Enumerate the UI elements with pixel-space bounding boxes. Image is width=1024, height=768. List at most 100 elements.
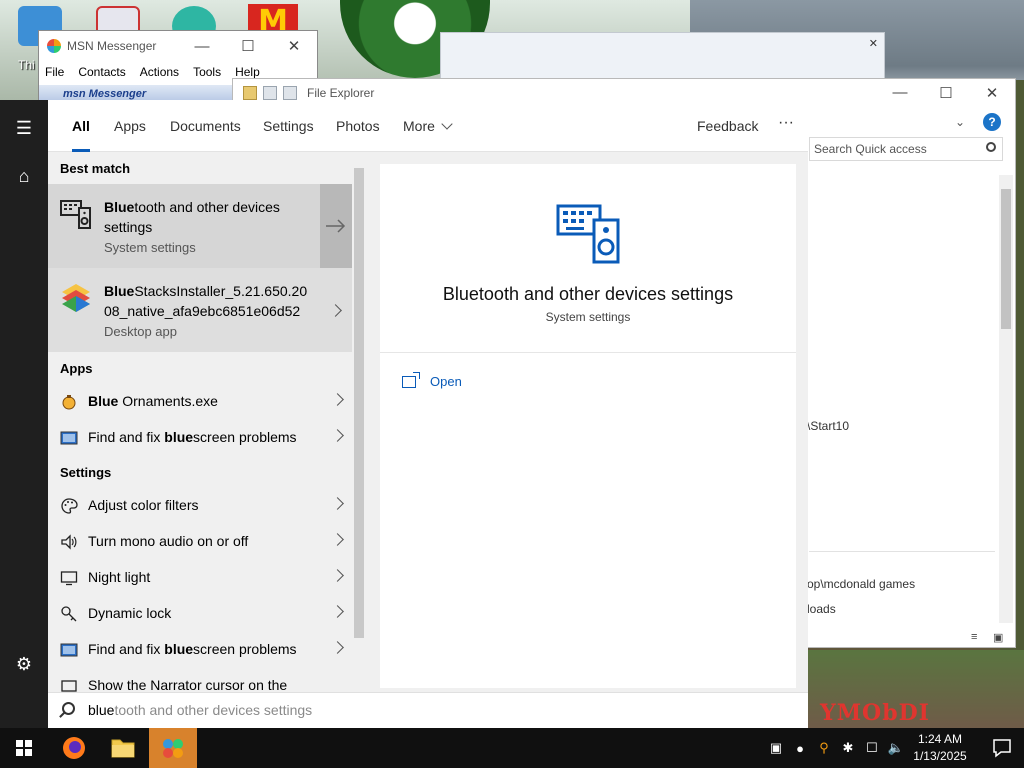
setting-dynamic-lock[interactable]: Dynamic lock <box>48 596 352 632</box>
best-match-result-bluestacks[interactable]: BlueStacksInstaller_5.21.650.2008_native… <box>48 268 352 352</box>
setting-label-pre: Find and fix <box>88 641 165 657</box>
setting-find-fix-bluescreen[interactable]: Find and fix bluescreen problems <box>48 632 352 668</box>
tab-all[interactable]: All <box>72 118 90 134</box>
setting-night-light[interactable]: Night light <box>48 560 352 596</box>
best-match-header: Best match <box>60 161 131 176</box>
maximize-button[interactable]: ☐ <box>923 84 969 102</box>
best-match-title: Bluetooth and other devices settings <box>104 197 314 237</box>
app-result-label-bold: Blue <box>88 393 119 409</box>
msn-messenger-taskbar-button[interactable] <box>149 728 197 768</box>
search-query[interactable]: bluetooth and other devices settings <box>88 702 312 718</box>
tab-more[interactable]: More <box>403 118 453 134</box>
minimize-button[interactable]: — <box>179 38 225 55</box>
menu-file[interactable]: File <box>45 65 64 79</box>
preview-subtitle: System settings <box>545 310 631 324</box>
desktop-icon-label[interactable]: Thi <box>18 58 35 72</box>
folder-icon[interactable] <box>243 86 257 100</box>
setting-label: Find and fix bluescreen problems <box>88 641 297 657</box>
close-button[interactable]: ✕ <box>969 84 1015 102</box>
tab-documents[interactable]: Documents <box>170 118 241 134</box>
setting-mono-audio[interactable]: Turn mono audio on or off <box>48 524 352 560</box>
app-result-bluescreen[interactable]: Find and fix bluescreen problems <box>48 420 352 456</box>
msn-titlebar[interactable]: MSN Messenger — ☐ ✕ <box>39 31 317 61</box>
close-button[interactable]: ✕ <box>271 37 317 55</box>
open-arrow-button[interactable] <box>320 184 352 268</box>
chevron-right-icon[interactable] <box>331 497 344 510</box>
open-action[interactable]: Open <box>402 371 462 389</box>
preview-title: Bluetooth and other devices settings <box>442 284 734 304</box>
chevron-right-icon[interactable] <box>331 533 344 546</box>
details-view-icon[interactable]: ≡ <box>971 631 977 643</box>
app-result-blue-ornaments[interactable]: Blue Ornaments.exe <box>48 384 352 420</box>
best-match-title-bold: Blue <box>104 199 135 215</box>
settings-gear-icon[interactable]: ⚙ <box>0 644 48 684</box>
water-drop-icon[interactable]: ● <box>788 741 812 756</box>
start-button[interactable] <box>0 728 48 768</box>
chevron-right-icon[interactable] <box>331 569 344 582</box>
bluestacks-title-bold: Blue <box>104 283 135 299</box>
feedback-link[interactable]: Feedback <box>697 118 758 134</box>
app-result-label-bold: blue <box>164 429 194 445</box>
settings-header: Settings <box>60 465 112 480</box>
tab-apps[interactable]: Apps <box>114 118 146 134</box>
explorer-scrollbar[interactable] <box>999 175 1013 623</box>
search-panel: All Apps Documents Settings Photos More … <box>48 100 808 728</box>
menu-actions[interactable]: Actions <box>140 65 179 79</box>
setting-label-bold: blue <box>164 641 194 657</box>
new-folder-icon[interactable] <box>283 86 297 100</box>
setting-label-rest: screen problems <box>193 641 297 657</box>
best-match-result-bluetooth[interactable]: Bluetooth and other devices settings Sys… <box>48 184 352 268</box>
menu-contacts[interactable]: Contacts <box>78 65 125 79</box>
app-result-label-rest: Ornaments.exe <box>118 393 218 409</box>
search-tray-icon[interactable]: ⚲ <box>812 740 836 756</box>
bluestacks-title: BlueStacksInstaller_5.21.650.2008_native… <box>104 281 314 321</box>
network-icon[interactable]: ☐ <box>860 740 884 756</box>
arrow-right-icon <box>326 219 346 233</box>
explorer-divider <box>809 551 995 552</box>
menu-tools[interactable]: Tools <box>193 65 221 79</box>
chevron-right-icon[interactable] <box>331 641 344 654</box>
chevron-right-icon[interactable] <box>331 429 344 442</box>
firefox-taskbar-button[interactable] <box>50 728 98 768</box>
expand-ribbon-chevron-icon[interactable]: ⌄ <box>955 115 965 129</box>
chevron-right-icon[interactable] <box>331 605 344 618</box>
snowflake-icon[interactable]: ✱ <box>836 740 860 756</box>
results-scroll-thumb[interactable] <box>354 168 364 638</box>
key-icon <box>61 606 77 622</box>
more-options-button[interactable]: ··· <box>778 114 794 132</box>
bluestacks-icon <box>62 284 90 312</box>
maximize-button[interactable]: ☐ <box>225 37 271 55</box>
setting-narrator-cursor[interactable]: Show the Narrator cursor on the <box>48 668 352 692</box>
action-center-button[interactable] <box>980 728 1024 768</box>
home-icon[interactable]: ⌂ <box>0 156 48 196</box>
large-icons-view-icon[interactable]: ▣ <box>993 631 1003 644</box>
explorer-path-start10[interactable]: \Start10 <box>807 419 849 433</box>
setting-label: Show the Narrator cursor on the <box>88 677 288 692</box>
network-app-icon[interactable]: ▣ <box>764 740 788 756</box>
bluestacks-title-rest: StacksInstaller_5.21.650.2008_native_afa… <box>104 283 308 319</box>
tab-photos[interactable]: Photos <box>336 118 380 134</box>
tab-settings[interactable]: Settings <box>263 118 314 134</box>
hamburger-menu-icon[interactable]: ☰ <box>0 108 48 148</box>
explorer-scroll-thumb[interactable] <box>1001 189 1011 329</box>
close-icon[interactable]: ✕ <box>869 37 878 50</box>
open-icon <box>402 371 420 388</box>
explorer-search-input[interactable]: Search Quick access <box>809 137 1003 161</box>
explorer-path-downloads[interactable]: loads <box>807 602 836 616</box>
file-explorer-taskbar-button[interactable] <box>99 728 147 768</box>
taskbar-clock[interactable]: 1:24 AM 1/13/2025 <box>902 731 978 765</box>
setting-adjust-color-filters[interactable]: Adjust color filters <box>48 488 352 524</box>
properties-icon[interactable] <box>263 86 277 100</box>
explorer-path-mcdonald-games[interactable]: op\mcdonald games <box>807 577 915 591</box>
chevron-right-icon <box>329 304 342 317</box>
app-result-label-rest: screen problems <box>193 429 297 445</box>
troubleshoot-icon <box>60 431 78 445</box>
clock-date: 1/13/2025 <box>913 749 967 763</box>
search-input[interactable]: bluetooth and other devices settings <box>48 692 808 728</box>
help-icon[interactable]: ? <box>983 113 1001 131</box>
minimize-button[interactable]: — <box>877 84 923 102</box>
results-scrollbar[interactable] <box>352 152 366 692</box>
chevron-right-icon[interactable] <box>331 393 344 406</box>
expand-arrow-button[interactable] <box>320 268 352 352</box>
menu-help[interactable]: Help <box>235 65 260 79</box>
